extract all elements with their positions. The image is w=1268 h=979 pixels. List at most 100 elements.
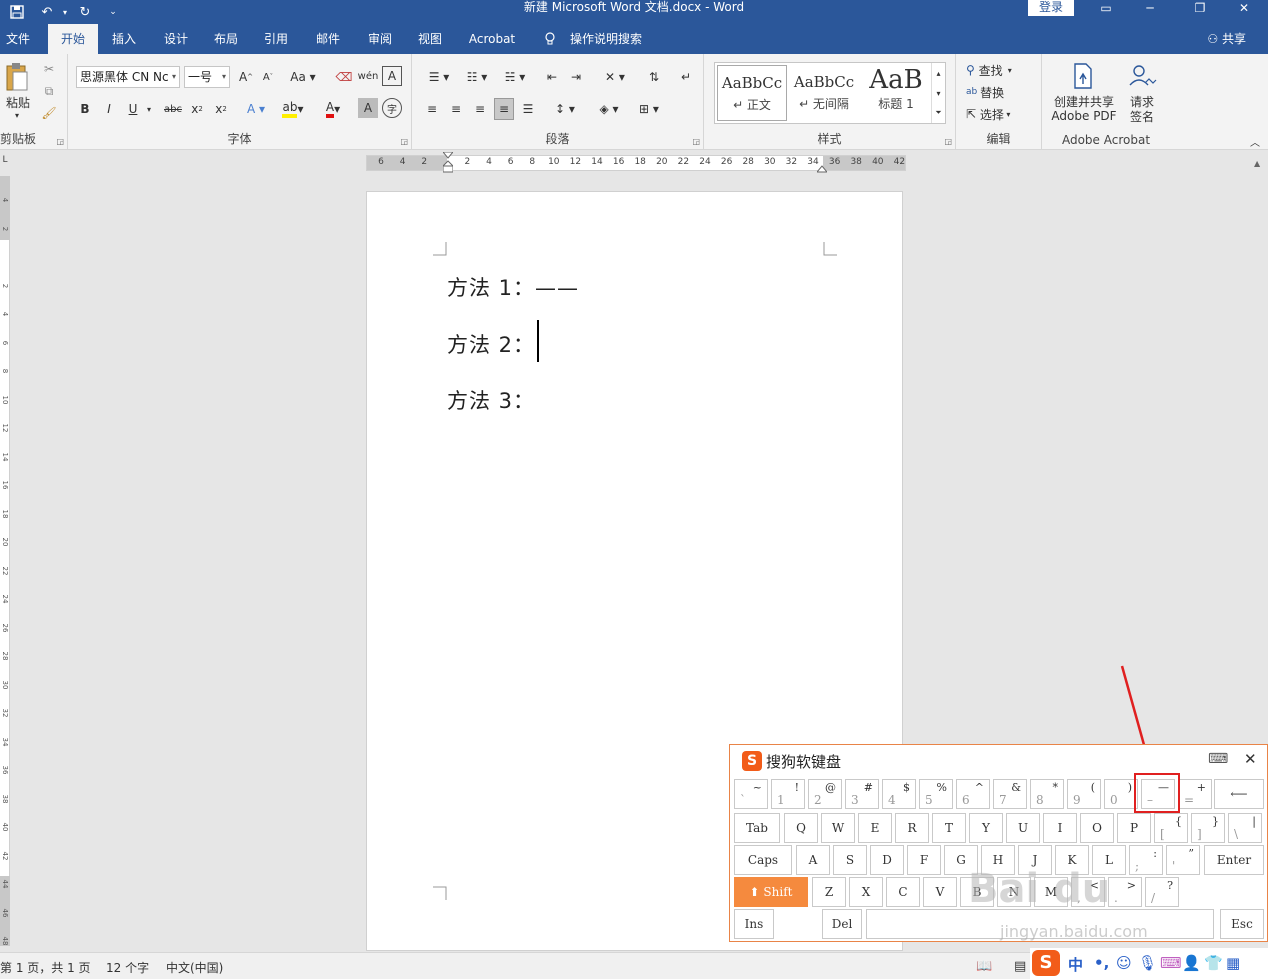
- copy-icon[interactable]: ⧉: [40, 82, 58, 100]
- tab-home[interactable]: 开始: [48, 24, 98, 54]
- show-marks-icon[interactable]: ↵: [676, 66, 696, 88]
- shading-icon[interactable]: ◈ ▾: [592, 98, 626, 120]
- bold-icon[interactable]: B: [76, 98, 94, 120]
- paste-dropdown-icon[interactable]: ▾: [12, 110, 22, 120]
- print-layout-icon[interactable]: ▤: [1014, 959, 1026, 974]
- tab-selector[interactable]: L: [0, 155, 10, 169]
- justify-icon[interactable]: ≡: [494, 98, 514, 120]
- align-left-icon[interactable]: ≡: [422, 98, 442, 120]
- key-row-zxcv-9[interactable]: >.: [1108, 877, 1142, 907]
- collapse-ribbon-icon[interactable]: ︿: [1248, 134, 1262, 149]
- key-row-number-7[interactable]: & 7: [993, 779, 1027, 809]
- page-count[interactable]: 第 1 页，共 1 页: [0, 959, 91, 976]
- language-indicator[interactable]: 中文(中国): [166, 959, 223, 976]
- toolbox-icon[interactable]: ▦: [1226, 954, 1240, 972]
- style-heading-1[interactable]: AaB 标题 1: [861, 65, 931, 121]
- strikethrough-icon[interactable]: abc: [162, 98, 184, 120]
- key-row-qwerty-4[interactable]: R: [895, 813, 929, 843]
- replace-button[interactable]: ab 替换: [966, 82, 1038, 102]
- underline-icon[interactable]: U: [124, 98, 142, 120]
- ribbon-display-options-icon[interactable]: ▭: [1086, 0, 1126, 16]
- tab-acrobat[interactable]: Acrobat: [464, 24, 520, 54]
- word-count[interactable]: 12 个字: [106, 959, 149, 976]
- font-size-combo[interactable]: 一号 ▾: [184, 66, 230, 88]
- key-row-bottom-0[interactable]: Ins: [734, 909, 774, 939]
- key-row-asdf-2[interactable]: S: [833, 845, 867, 875]
- key-row-number-0[interactable]: ~ `: [734, 779, 768, 809]
- user-icon[interactable]: 👤: [1182, 954, 1201, 972]
- key-row-number-6[interactable]: ^ 6: [956, 779, 990, 809]
- style-no-spacing[interactable]: AaBbCc ↵ 无间隔: [789, 65, 859, 121]
- tab-file[interactable]: 文件: [0, 24, 36, 54]
- key-row-qwerty-8[interactable]: I: [1043, 813, 1077, 843]
- key-row-asdf-3[interactable]: D: [870, 845, 904, 875]
- styles-scroll-down-icon[interactable]: ▾: [931, 83, 945, 103]
- login-button[interactable]: 登录: [1028, 0, 1074, 16]
- horizontal-ruler[interactable]: 6 4 2 2 4 6 8 10 12 14 16 18 20 22 24 26 28 30 32 34 36 38 40 4…: [366, 151, 906, 173]
- key-row-bottom-1[interactable]: Del: [822, 909, 862, 939]
- cut-icon[interactable]: ✂: [40, 60, 58, 78]
- emoji-icon[interactable]: ☺: [1116, 954, 1132, 972]
- key-row-zxcv-4[interactable]: V: [923, 877, 957, 907]
- key-row-qwerty-10[interactable]: P: [1117, 813, 1151, 843]
- font-name-combo[interactable]: 思源黑体 CN Nc ▾: [76, 66, 180, 88]
- key-row-number-4[interactable]: $4: [882, 779, 916, 809]
- restore-button[interactable]: ❐: [1180, 0, 1220, 16]
- request-signature-icon[interactable]: [1126, 62, 1158, 90]
- request-sign-label[interactable]: 请求: [1122, 94, 1162, 109]
- key-row-qwerty-3[interactable]: E: [858, 813, 892, 843]
- tell-me-search[interactable]: 操作说明搜索: [566, 24, 646, 54]
- key-row-number-2[interactable]: @2: [808, 779, 842, 809]
- key-row-qwerty-11[interactable]: {[: [1154, 813, 1188, 843]
- key-row-asdf-10[interactable]: :;: [1129, 845, 1163, 875]
- shrink-font-icon[interactable]: Aˇ: [258, 66, 278, 88]
- italic-icon[interactable]: I: [100, 98, 118, 120]
- phonetic-guide-icon[interactable]: wén: [358, 64, 379, 88]
- sogou-ime-icon[interactable]: S: [1032, 950, 1060, 976]
- key-row-qwerty-9[interactable]: O: [1080, 813, 1114, 843]
- key-row-number-12[interactable]: + =: [1178, 779, 1212, 809]
- underline-dropdown-icon[interactable]: ▾: [144, 98, 154, 120]
- align-center-icon[interactable]: ≡: [446, 98, 466, 120]
- key-row-qwerty-12[interactable]: }]: [1191, 813, 1225, 843]
- tab-references[interactable]: 引用: [256, 24, 296, 54]
- key-row-asdf-11[interactable]: ” ': [1166, 845, 1200, 875]
- paste-icon[interactable]: [4, 60, 30, 94]
- key-row-qwerty-7[interactable]: U: [1006, 813, 1040, 843]
- borders-icon[interactable]: ⊞ ▾: [632, 98, 666, 120]
- format-painter-icon[interactable]: 🖌: [40, 104, 58, 122]
- paragraph-method-3[interactable]: 方法 3：: [447, 385, 535, 415]
- character-border-icon[interactable]: A: [382, 66, 402, 86]
- multilevel-list-icon[interactable]: ☵ ▾: [498, 66, 532, 88]
- key-row-qwerty-5[interactable]: T: [932, 813, 966, 843]
- select-button[interactable]: ⇱ 选择 ▾: [966, 104, 1038, 124]
- paragraph-method-1[interactable]: 方法 1：——: [447, 272, 579, 302]
- character-shading-icon[interactable]: A: [358, 98, 378, 118]
- clear-formatting-icon[interactable]: ⌫: [334, 66, 354, 88]
- font-launcher-icon[interactable]: ◲: [400, 137, 408, 146]
- text-effects-icon[interactable]: A ▾: [242, 98, 270, 120]
- key-row-number-13[interactable]: ⟵: [1214, 779, 1264, 809]
- paragraph-method-2[interactable]: 方法 2：: [447, 329, 535, 359]
- paste-button[interactable]: 粘贴: [2, 94, 34, 110]
- key-row-zxcv-1[interactable]: Z: [812, 877, 846, 907]
- grow-font-icon[interactable]: A ^: [236, 66, 256, 88]
- create-share-label-2[interactable]: Adobe PDF: [1048, 109, 1120, 123]
- key-row-number-5[interactable]: % 5: [919, 779, 953, 809]
- keyboard-header[interactable]: S 搜狗软键盘 ⌨ ✕: [730, 745, 1267, 777]
- key-row-bottom-3[interactable]: Esc: [1220, 909, 1264, 939]
- find-button[interactable]: ⚲ 查找 ▾: [966, 60, 1038, 80]
- ime-lang-toggle[interactable]: 中: [1068, 954, 1083, 975]
- key-row-asdf-4[interactable]: F: [907, 845, 941, 875]
- skin-icon[interactable]: 👕: [1204, 954, 1223, 972]
- enclose-characters-icon[interactable]: 字: [382, 98, 402, 118]
- styles-scroll-up-icon[interactable]: ▴: [931, 63, 945, 83]
- share-button[interactable]: ⚇ 共享: [1207, 24, 1246, 54]
- key-row-qwerty-1[interactable]: Q: [784, 813, 818, 843]
- key-row-asdf-12[interactable]: Enter: [1204, 845, 1264, 875]
- paragraph-launcher-icon[interactable]: ◲: [692, 137, 700, 146]
- key-row-number-3[interactable]: #3: [845, 779, 879, 809]
- key-row-number-9[interactable]: (9: [1067, 779, 1101, 809]
- sort-icon[interactable]: ⇅: [644, 66, 664, 88]
- chinese-layout-icon[interactable]: ✕ ▾: [598, 66, 632, 88]
